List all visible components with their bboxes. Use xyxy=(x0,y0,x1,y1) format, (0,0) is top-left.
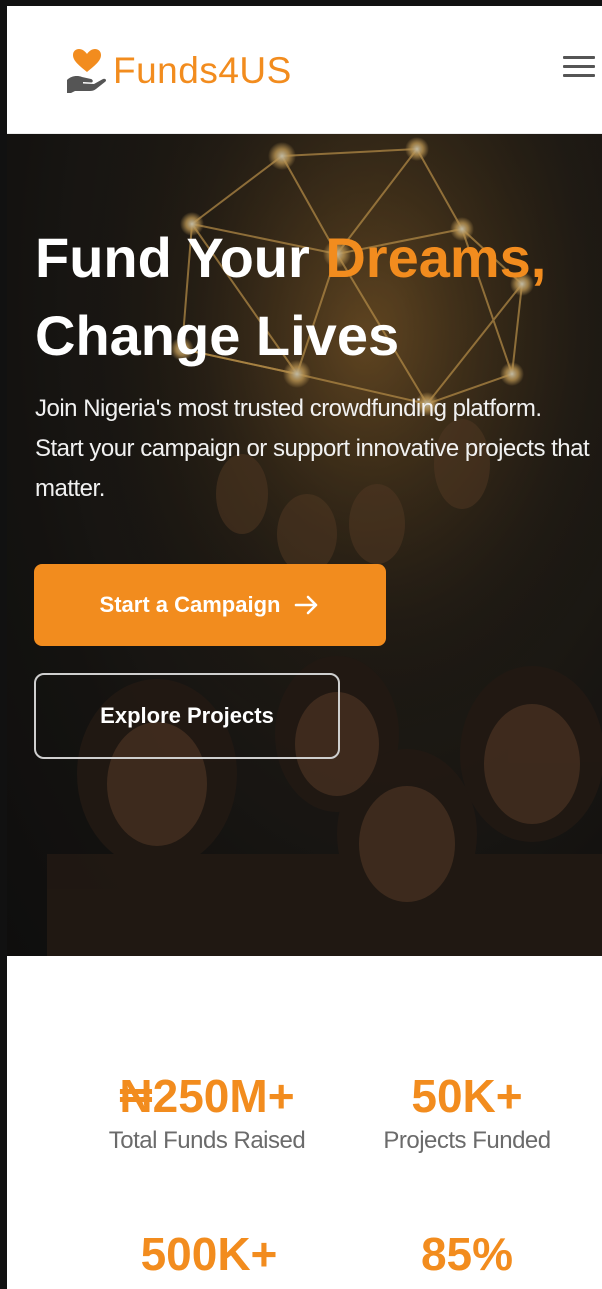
hero-section: Fund Your Dreams, Change Lives Join Nige… xyxy=(7,134,602,956)
app-frame: Funds4US Fund Your Dreams, Change Lives … xyxy=(7,6,602,1289)
hero-title-accent: Dreams, xyxy=(325,226,547,289)
stats-section: ₦250M+ Total Funds Raised 50K+ Projects … xyxy=(7,956,602,1289)
hero-description: Join Nigeria's most trusted crowdfunding… xyxy=(35,395,590,502)
brand-name: Funds4US xyxy=(113,50,292,91)
stat-label: Projects Funded xyxy=(383,1127,551,1154)
stat-value: 85% xyxy=(420,1228,514,1280)
stat-value: 500K+ xyxy=(140,1228,278,1280)
stat-value: 50K+ xyxy=(411,1070,523,1122)
hero-title-part1: Fund Your xyxy=(35,226,326,289)
start-campaign-label: Start a Campaign xyxy=(99,592,281,617)
hamburger-menu-icon[interactable] xyxy=(563,56,595,84)
stat-fourth: 85% xyxy=(372,1226,562,1282)
hero-title: Fund Your Dreams, Change Lives xyxy=(35,219,602,375)
stat-value: ₦250M+ xyxy=(119,1070,295,1122)
stat-label: Total Funds Raised xyxy=(108,1127,306,1154)
stat-total-funds: ₦250M+ Total Funds Raised xyxy=(82,1068,332,1158)
brand-logo[interactable]: Funds4US xyxy=(63,46,292,96)
explore-projects-label: Explore Projects xyxy=(100,703,274,728)
heart-hand-icon xyxy=(67,49,107,93)
arrow-right-icon xyxy=(295,595,318,615)
hero-title-line2: Change Lives xyxy=(35,304,400,367)
start-campaign-button[interactable]: Start a Campaign xyxy=(34,564,386,646)
explore-projects-button[interactable]: Explore Projects xyxy=(34,673,340,759)
stat-third: 500K+ xyxy=(99,1226,319,1282)
stat-projects-funded: 50K+ Projects Funded xyxy=(362,1068,572,1158)
top-header: Funds4US xyxy=(7,6,602,134)
